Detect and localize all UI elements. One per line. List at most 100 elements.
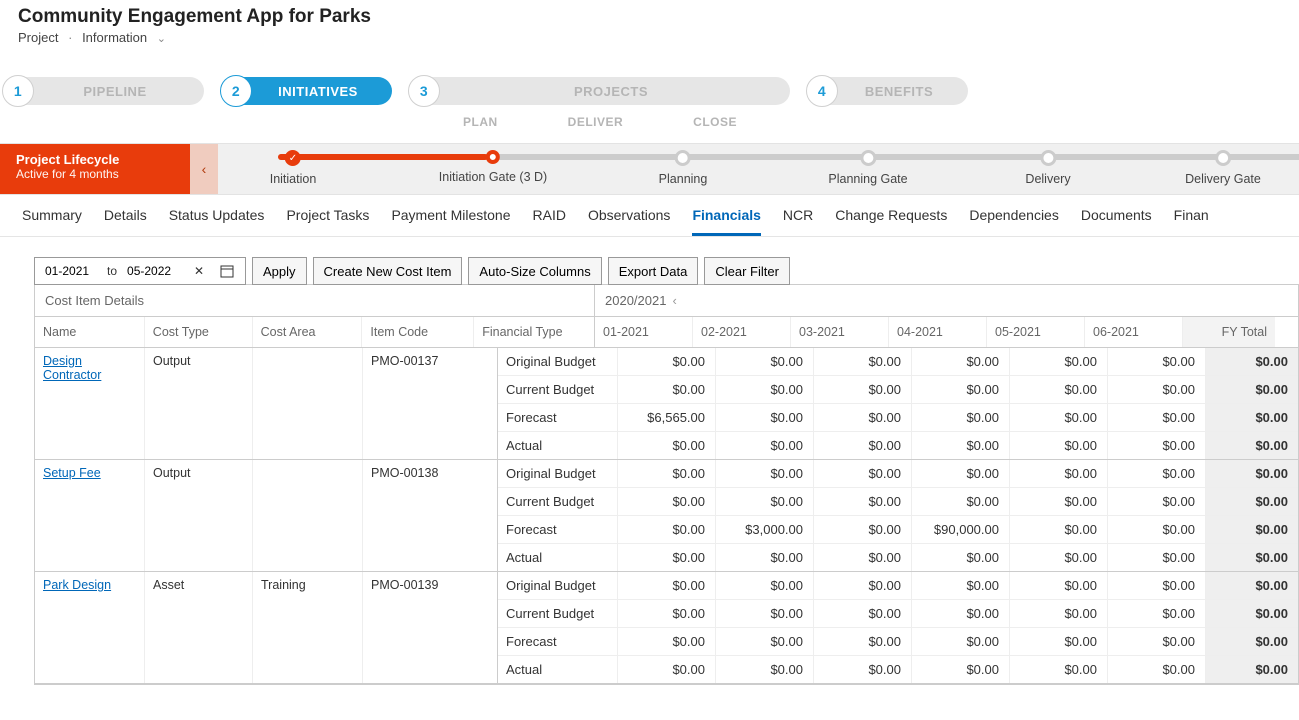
column-header-month[interactable]: 03-2021 (791, 317, 889, 347)
date-to-input[interactable] (125, 263, 181, 279)
column-header[interactable]: Name (35, 317, 145, 347)
amount-cell[interactable]: $0.00 (1108, 460, 1206, 487)
amount-cell[interactable]: $0.00 (618, 376, 716, 403)
amount-cell[interactable]: $0.00 (814, 544, 912, 571)
column-header[interactable]: Cost Area (253, 317, 363, 347)
amount-cell[interactable]: $0.00 (912, 656, 1010, 683)
tab-summary[interactable]: Summary (22, 207, 82, 236)
tab-documents[interactable]: Documents (1081, 207, 1152, 236)
amount-cell[interactable]: $0.00 (1010, 572, 1108, 599)
amount-cell[interactable]: $0.00 (1010, 432, 1108, 459)
amount-cell[interactable]: $0.00 (912, 572, 1010, 599)
amount-cell[interactable]: $0.00 (912, 544, 1010, 571)
column-header-month[interactable]: 01-2021 (595, 317, 693, 347)
cost-item-link[interactable]: Park Design (43, 578, 111, 592)
amount-cell[interactable]: $0.00 (814, 404, 912, 431)
amount-cell[interactable]: $0.00 (814, 628, 912, 655)
collapse-button[interactable]: ‹ (190, 144, 218, 194)
column-header-month[interactable]: 05-2021 (987, 317, 1085, 347)
amount-cell[interactable]: $0.00 (618, 432, 716, 459)
stage-pill-pipeline[interactable]: 1PIPELINE (4, 77, 204, 105)
breadcrumb[interactable]: Project · Information ⌄ (18, 30, 1281, 45)
amount-cell[interactable]: $90,000.00 (912, 516, 1010, 543)
stage-pill-initiatives[interactable]: 2INITIATIVES (222, 77, 392, 105)
apply-button[interactable]: Apply (252, 257, 307, 285)
amount-cell[interactable]: $0.00 (1108, 600, 1206, 627)
amount-cell[interactable]: $0.00 (1010, 628, 1108, 655)
tab-change-requests[interactable]: Change Requests (835, 207, 947, 236)
tab-financials[interactable]: Financials (692, 207, 760, 236)
amount-cell[interactable]: $0.00 (716, 404, 814, 431)
amount-cell[interactable]: $0.00 (912, 348, 1010, 375)
tab-status-updates[interactable]: Status Updates (169, 207, 265, 236)
amount-cell[interactable]: $0.00 (912, 404, 1010, 431)
date-from-input[interactable] (43, 263, 99, 279)
amount-cell[interactable]: $0.00 (618, 600, 716, 627)
date-range[interactable]: to ✕ (34, 257, 246, 285)
lifecycle-node[interactable]: Delivery Gate (1185, 150, 1261, 186)
amount-cell[interactable]: $0.00 (814, 600, 912, 627)
amount-cell[interactable]: $0.00 (814, 656, 912, 683)
amount-cell[interactable]: $0.00 (1010, 488, 1108, 515)
amount-cell[interactable]: $0.00 (912, 628, 1010, 655)
amount-cell[interactable]: $0.00 (1108, 572, 1206, 599)
amount-cell[interactable]: $0.00 (716, 460, 814, 487)
amount-cell[interactable]: $0.00 (618, 628, 716, 655)
amount-cell[interactable]: $0.00 (1108, 656, 1206, 683)
amount-cell[interactable]: $0.00 (716, 376, 814, 403)
tab-raid[interactable]: RAID (533, 207, 566, 236)
amount-cell[interactable]: $0.00 (814, 516, 912, 543)
amount-cell[interactable]: $0.00 (1108, 348, 1206, 375)
chevron-left-icon[interactable]: ‹ (672, 293, 676, 308)
amount-cell[interactable]: $0.00 (618, 572, 716, 599)
tab-observations[interactable]: Observations (588, 207, 670, 236)
clear-filter-button[interactable]: Clear Filter (704, 257, 790, 285)
lifecycle-node[interactable]: Initiation (270, 150, 317, 186)
amount-cell[interactable]: $0.00 (912, 488, 1010, 515)
amount-cell[interactable]: $0.00 (618, 544, 716, 571)
calendar-icon[interactable] (217, 261, 237, 281)
column-header-total[interactable]: FY Total (1183, 317, 1275, 347)
amount-cell[interactable]: $0.00 (814, 572, 912, 599)
amount-cell[interactable]: $0.00 (716, 488, 814, 515)
column-header[interactable]: Item Code (362, 317, 474, 347)
amount-cell[interactable]: $0.00 (716, 656, 814, 683)
amount-cell[interactable]: $0.00 (1010, 600, 1108, 627)
stage-pill-projects[interactable]: 3PROJECTS (410, 77, 790, 105)
lifecycle-node[interactable]: Planning Gate (828, 150, 907, 186)
amount-cell[interactable]: $0.00 (716, 628, 814, 655)
amount-cell[interactable]: $0.00 (618, 460, 716, 487)
amount-cell[interactable]: $6,565.00 (618, 404, 716, 431)
amount-cell[interactable]: $0.00 (1010, 544, 1108, 571)
autosize-columns-button[interactable]: Auto-Size Columns (468, 257, 601, 285)
grid-section-right[interactable]: 2020/2021‹ (595, 285, 1298, 316)
column-header[interactable]: Cost Type (145, 317, 253, 347)
tab-ncr[interactable]: NCR (783, 207, 813, 236)
amount-cell[interactable]: $0.00 (1108, 516, 1206, 543)
amount-cell[interactable]: $0.00 (814, 488, 912, 515)
amount-cell[interactable]: $0.00 (1108, 376, 1206, 403)
lifecycle-node[interactable]: Delivery (1025, 150, 1070, 186)
amount-cell[interactable]: $0.00 (1010, 348, 1108, 375)
export-data-button[interactable]: Export Data (608, 257, 699, 285)
amount-cell[interactable]: $0.00 (912, 460, 1010, 487)
close-icon[interactable]: ✕ (189, 261, 209, 281)
amount-cell[interactable]: $0.00 (716, 600, 814, 627)
amount-cell[interactable]: $0.00 (1108, 404, 1206, 431)
amount-cell[interactable]: $0.00 (618, 488, 716, 515)
amount-cell[interactable]: $0.00 (716, 544, 814, 571)
amount-cell[interactable]: $0.00 (716, 572, 814, 599)
cost-item-link[interactable]: Setup Fee (43, 466, 101, 480)
stage-pill-benefits[interactable]: 4BENEFITS (808, 77, 968, 105)
amount-cell[interactable]: $0.00 (912, 432, 1010, 459)
tab-details[interactable]: Details (104, 207, 147, 236)
amount-cell[interactable]: $0.00 (1010, 404, 1108, 431)
amount-cell[interactable]: $3,000.00 (716, 516, 814, 543)
amount-cell[interactable]: $0.00 (912, 600, 1010, 627)
amount-cell[interactable]: $0.00 (1010, 460, 1108, 487)
lifecycle-node[interactable]: Planning (659, 150, 708, 186)
tab-dependencies[interactable]: Dependencies (969, 207, 1059, 236)
amount-cell[interactable]: $0.00 (1010, 376, 1108, 403)
amount-cell[interactable]: $0.00 (716, 348, 814, 375)
tab-project-tasks[interactable]: Project Tasks (286, 207, 369, 236)
